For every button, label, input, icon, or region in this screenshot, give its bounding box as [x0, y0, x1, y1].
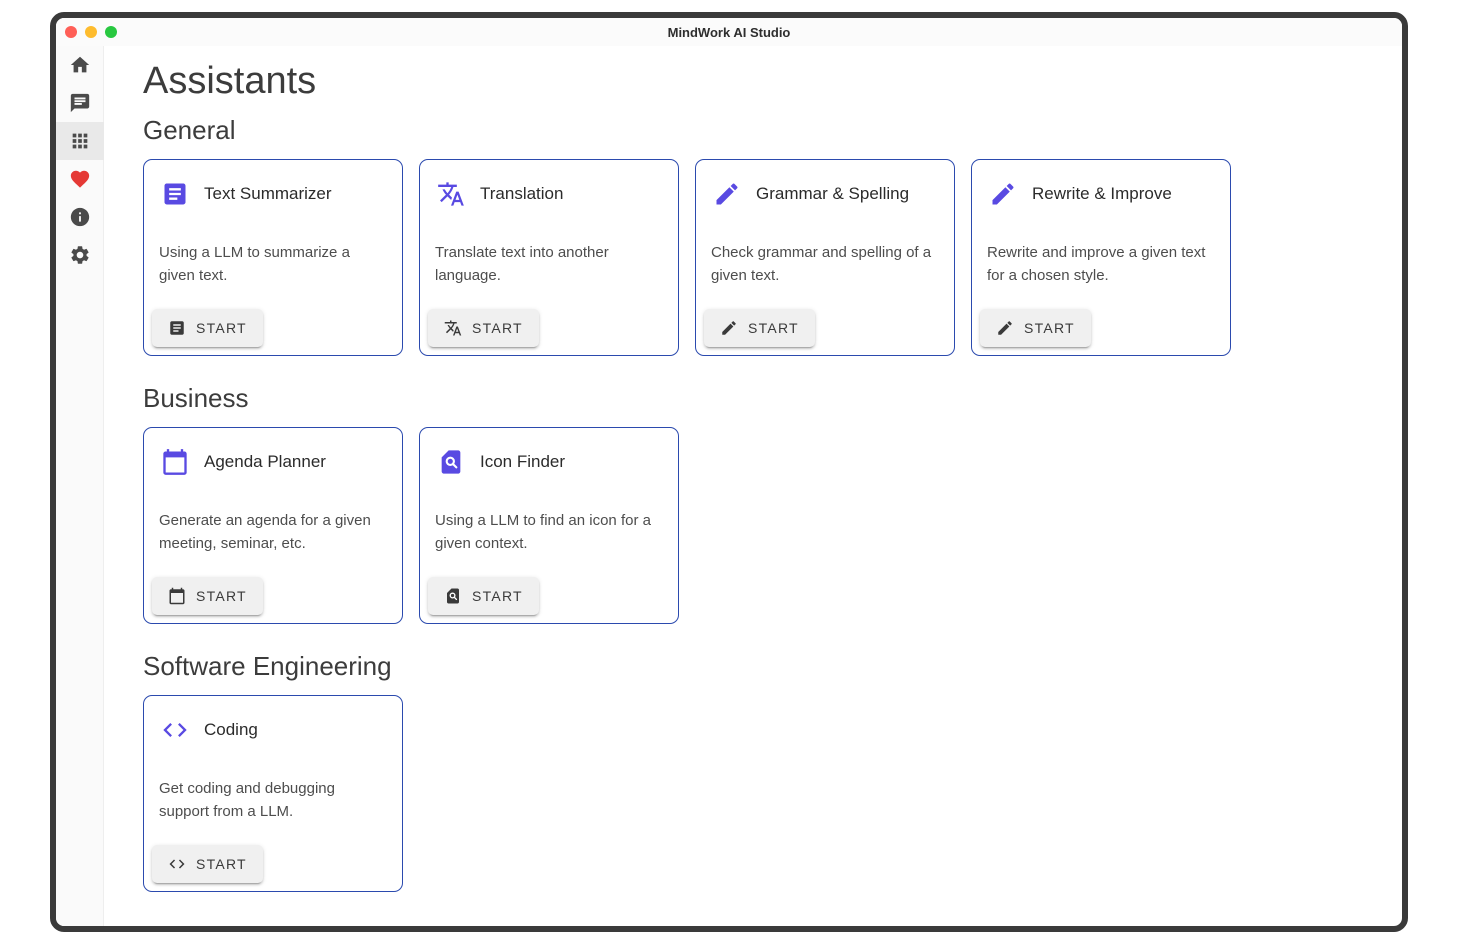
card-header: Rewrite & Improve	[972, 160, 1230, 208]
close-window-button[interactable]	[65, 26, 77, 38]
icon-search-icon	[437, 448, 465, 476]
card-title: Icon Finder	[480, 452, 565, 472]
apps-icon	[69, 130, 91, 152]
sidebar-item-about[interactable]	[56, 198, 104, 236]
card-header: Agenda Planner	[144, 428, 402, 476]
icon-search-icon	[444, 587, 462, 605]
section-general: General Text Summarizer Using a LLM to sum…	[143, 116, 1362, 356]
app-body: Assistants General Text Summarizer Using a…	[56, 46, 1402, 926]
sidebar-item-assistants[interactable]	[56, 122, 104, 160]
card-description: Using a LLM to find an icon for a given …	[435, 509, 662, 555]
card-actions: START	[144, 569, 402, 623]
assistant-card: Icon Finder Using a LLM to find an icon f…	[419, 427, 679, 624]
card-header: Coding	[144, 696, 402, 744]
start-button-label: START	[472, 588, 523, 604]
document-icon	[161, 180, 189, 208]
code-icon	[168, 855, 186, 873]
edit-icon	[989, 180, 1017, 208]
start-button[interactable]: START	[704, 309, 815, 347]
card-header: Icon Finder	[420, 428, 678, 476]
start-button-label: START	[196, 320, 247, 336]
chat-icon	[69, 92, 91, 114]
minimize-window-button[interactable]	[85, 26, 97, 38]
section-heading: Business	[143, 384, 1362, 414]
start-button[interactable]: START	[152, 845, 263, 883]
section-heading: General	[143, 116, 1362, 146]
edit-icon	[996, 319, 1014, 337]
card-title: Coding	[204, 720, 258, 740]
start-button-label: START	[196, 856, 247, 872]
edit-icon	[720, 319, 738, 337]
calendar-icon	[168, 587, 186, 605]
start-button-label: START	[196, 588, 247, 604]
titlebar: MindWork AI Studio	[56, 18, 1402, 46]
code-icon	[161, 716, 189, 744]
start-button[interactable]: START	[980, 309, 1091, 347]
app-window: MindWork AI Studio Assistants General Tex…	[50, 12, 1408, 932]
sidebar-item-chats[interactable]	[56, 84, 104, 122]
card-title: Text Summarizer	[204, 184, 332, 204]
card-actions: START	[420, 301, 678, 355]
card-actions: START	[420, 569, 678, 623]
assistant-card: Rewrite & Improve Rewrite and improve a g…	[971, 159, 1231, 356]
card-title: Translation	[480, 184, 563, 204]
assistant-card: Agenda Planner Generate an agenda for a g…	[143, 427, 403, 624]
card-actions: START	[144, 837, 402, 891]
zoom-window-button[interactable]	[105, 26, 117, 38]
window-title: MindWork AI Studio	[668, 25, 791, 40]
card-actions: START	[696, 301, 954, 355]
document-icon	[168, 319, 186, 337]
section-heading: Software Engineering	[143, 652, 1362, 682]
card-description: Get coding and debugging support from a …	[159, 777, 386, 823]
start-button[interactable]: START	[428, 309, 539, 347]
card-actions: START	[144, 301, 402, 355]
start-button[interactable]: START	[152, 309, 263, 347]
settings-icon	[69, 244, 91, 266]
home-icon	[69, 54, 91, 76]
card-header: Text Summarizer	[144, 160, 402, 208]
translate-icon	[444, 319, 462, 337]
heart-icon	[69, 168, 91, 190]
start-button[interactable]: START	[152, 577, 263, 615]
card-header: Translation	[420, 160, 678, 208]
sidebar-item-favorites[interactable]	[56, 160, 104, 198]
card-grid: Text Summarizer Using a LLM to summarize …	[143, 159, 1362, 356]
sections-container: General Text Summarizer Using a LLM to sum…	[143, 116, 1362, 892]
card-grid: Agenda Planner Generate an agenda for a g…	[143, 427, 1362, 624]
calendar-icon	[161, 448, 189, 476]
info-icon	[69, 206, 91, 228]
card-actions: START	[972, 301, 1230, 355]
card-title: Agenda Planner	[204, 452, 326, 472]
assistant-card: Text Summarizer Using a LLM to summarize …	[143, 159, 403, 356]
card-title: Rewrite & Improve	[1032, 184, 1172, 204]
card-description: Generate an agenda for a given meeting, …	[159, 509, 386, 555]
card-grid: Coding Get coding and debugging support f…	[143, 695, 1362, 892]
sidebar	[56, 46, 104, 926]
translate-icon	[437, 180, 465, 208]
assistant-card: Coding Get coding and debugging support f…	[143, 695, 403, 892]
sidebar-item-settings[interactable]	[56, 236, 104, 274]
card-title: Grammar & Spelling	[756, 184, 909, 204]
section-business: Business Agenda Planner Generate an agenda…	[143, 384, 1362, 624]
card-description: Translate text into another language.	[435, 241, 662, 287]
assistant-card: Grammar & Spelling Check grammar and spel…	[695, 159, 955, 356]
traffic-lights	[65, 18, 117, 46]
main-content: Assistants General Text Summarizer Using a…	[104, 46, 1402, 926]
card-description: Using a LLM to summarize a given text.	[159, 241, 386, 287]
start-button-label: START	[1024, 320, 1075, 336]
card-description: Check grammar and spelling of a given te…	[711, 241, 938, 287]
start-button[interactable]: START	[428, 577, 539, 615]
sidebar-item-home[interactable]	[56, 46, 104, 84]
assistant-card: Translation Translate text into another l…	[419, 159, 679, 356]
section-software-engineering: Software Engineering Coding Get coding and…	[143, 652, 1362, 892]
start-button-label: START	[472, 320, 523, 336]
edit-icon	[713, 180, 741, 208]
start-button-label: START	[748, 320, 799, 336]
card-header: Grammar & Spelling	[696, 160, 954, 208]
card-description: Rewrite and improve a given text for a c…	[987, 241, 1214, 287]
page-title: Assistants	[143, 58, 1362, 106]
